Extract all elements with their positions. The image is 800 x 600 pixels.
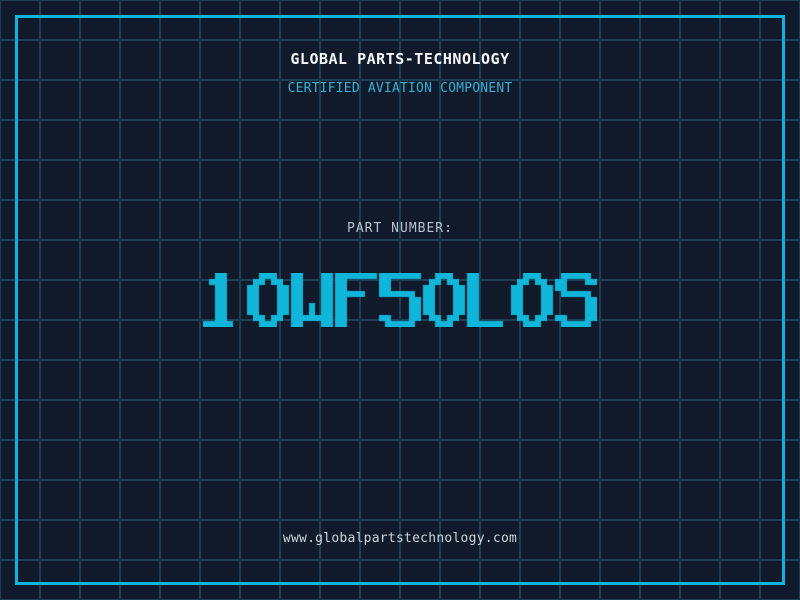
certification-tagline: CERTIFIED AVIATION COMPONENT — [287, 81, 513, 96]
part-number-display — [203, 273, 597, 327]
part-number-label: PART NUMBER: — [347, 221, 453, 236]
website-url: www.globalpartstechnology.com — [282, 531, 518, 546]
company-title: GLOBAL PARTS-TECHNOLOGY — [290, 50, 510, 68]
